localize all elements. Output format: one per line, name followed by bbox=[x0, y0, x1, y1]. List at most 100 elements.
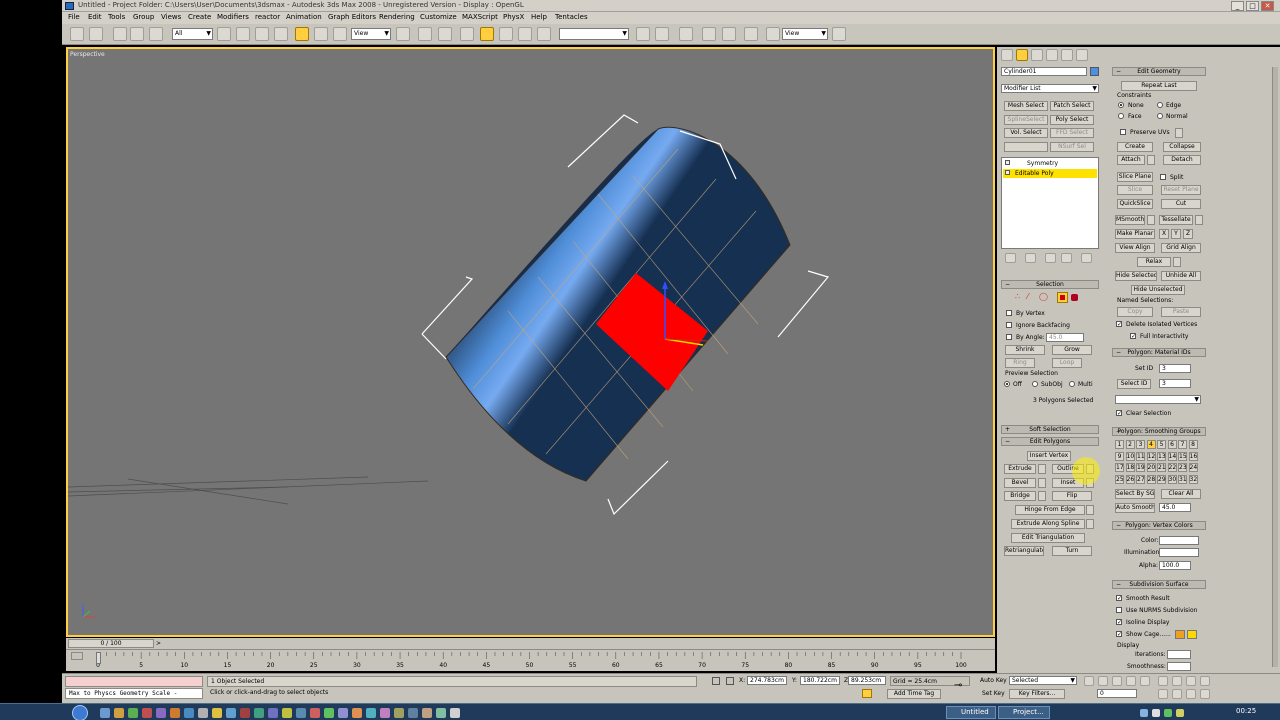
quicklaunch-icon-21[interactable] bbox=[380, 708, 390, 718]
maximize-viewport-icon[interactable] bbox=[1200, 689, 1210, 699]
paste-button[interactable]: Paste bbox=[1161, 307, 1201, 317]
select-id-spinner[interactable]: 3 bbox=[1159, 379, 1191, 388]
flip-button[interactable]: Flip bbox=[1052, 491, 1092, 501]
zoom-extents-icon[interactable] bbox=[1186, 676, 1196, 686]
absolute-mode-icon[interactable] bbox=[726, 677, 734, 685]
menu-graph-editors[interactable]: Graph Editors bbox=[328, 13, 376, 21]
lock-selection-icon[interactable] bbox=[712, 677, 720, 685]
go-to-start-icon[interactable] bbox=[1084, 676, 1094, 686]
quicklaunch-icon-22[interactable] bbox=[394, 708, 404, 718]
auto-key-label[interactable]: Auto Key bbox=[980, 677, 1007, 684]
snaps-toggle-icon[interactable] bbox=[460, 27, 474, 41]
relax-settings-button[interactable] bbox=[1173, 257, 1181, 267]
play-icon[interactable] bbox=[1112, 676, 1122, 686]
tray-icon-4[interactable] bbox=[1176, 709, 1184, 717]
bevel-settings-button[interactable] bbox=[1038, 478, 1046, 488]
tessellate-settings-button[interactable] bbox=[1195, 215, 1203, 225]
curve-editor-icon[interactable] bbox=[702, 27, 716, 41]
clear-all-button[interactable]: Clear All bbox=[1161, 489, 1201, 499]
smoothing-group-17-button[interactable]: 17 bbox=[1115, 463, 1124, 472]
maxscript-output[interactable]: Max to Physcs Geometry Scale - bbox=[65, 688, 203, 699]
smoothing-group-18-button[interactable]: 18 bbox=[1125, 463, 1135, 472]
planar-x-button[interactable]: X bbox=[1159, 229, 1169, 239]
percent-snap-icon[interactable] bbox=[499, 27, 513, 41]
schematic-view-icon[interactable] bbox=[722, 27, 736, 41]
selection-rollout-header[interactable]: − Selection bbox=[1001, 280, 1099, 289]
pin-stack-icon[interactable] bbox=[1005, 253, 1016, 263]
split-checkbox[interactable] bbox=[1160, 174, 1166, 180]
smoothing-group-19-button[interactable]: 19 bbox=[1136, 463, 1145, 472]
edit-polygons-rollout-header[interactable]: − Edit Polygons bbox=[1001, 437, 1099, 446]
angle-spinner[interactable]: 45.0 bbox=[1046, 333, 1084, 342]
msmooth-settings-button[interactable] bbox=[1147, 215, 1155, 225]
tray-icon-3[interactable] bbox=[1164, 709, 1172, 717]
menu-create[interactable]: Create bbox=[188, 13, 211, 21]
quicklaunch-icon-16[interactable] bbox=[310, 708, 320, 718]
reset-plane-button[interactable]: Reset Plane bbox=[1161, 185, 1201, 195]
quick-render-icon[interactable] bbox=[832, 27, 846, 41]
close-button[interactable]: ✕ bbox=[1261, 1, 1274, 11]
redo-icon[interactable] bbox=[89, 27, 103, 41]
menu-reactor[interactable]: reactor bbox=[255, 13, 280, 21]
ignore-backfacing-checkbox[interactable] bbox=[1006, 322, 1012, 328]
create-tab-icon[interactable] bbox=[1001, 49, 1013, 61]
iterations-spinner[interactable] bbox=[1167, 650, 1191, 659]
vertex-color-swatch[interactable] bbox=[1159, 536, 1199, 545]
quicklaunch-icon-23[interactable] bbox=[408, 708, 418, 718]
smoothing-group-28-button[interactable]: 28 bbox=[1146, 474, 1156, 484]
rectangular-selection-icon[interactable] bbox=[255, 27, 269, 41]
smoothing-group-1-button[interactable]: 1 bbox=[1115, 440, 1124, 449]
menu-customize[interactable]: Customize bbox=[420, 13, 457, 21]
preview-multi-radio[interactable] bbox=[1069, 381, 1075, 387]
edit-named-selection-icon[interactable] bbox=[537, 27, 551, 41]
smoothing-group-7-button[interactable]: 7 bbox=[1178, 440, 1187, 449]
grow-button[interactable]: Grow bbox=[1052, 345, 1092, 355]
smoothing-group-14-button[interactable]: 14 bbox=[1167, 451, 1177, 461]
quicklaunch-icon-5[interactable] bbox=[156, 708, 166, 718]
constraint-none-radio[interactable] bbox=[1118, 102, 1124, 108]
unhide-all-button[interactable]: Unhide All bbox=[1161, 271, 1201, 281]
full-interactivity-checkbox[interactable]: ✓ bbox=[1130, 333, 1136, 340]
cage-selected-color-swatch[interactable] bbox=[1187, 630, 1197, 639]
mirror-icon[interactable] bbox=[636, 27, 650, 41]
menu-group[interactable]: Group bbox=[133, 13, 154, 21]
align-icon[interactable] bbox=[655, 27, 669, 41]
perspective-viewport[interactable]: Perspective bbox=[66, 47, 995, 637]
select-by-name-icon[interactable] bbox=[236, 27, 250, 41]
planar-z-button[interactable]: Z bbox=[1183, 229, 1193, 239]
constraint-normal-radio[interactable] bbox=[1157, 113, 1163, 119]
selection-filter-dropdown[interactable]: All ▼ bbox=[172, 28, 213, 40]
by-angle-checkbox[interactable] bbox=[1006, 334, 1012, 340]
zoom-all-icon[interactable] bbox=[1172, 676, 1182, 686]
material-ids-rollout-header[interactable]: − Polygon: Material IDs bbox=[1112, 348, 1206, 357]
named-selection-sets-dropdown[interactable]: ▼ bbox=[559, 28, 629, 40]
reference-coordinate-dropdown[interactable]: View ▼ bbox=[351, 28, 391, 40]
menu-file[interactable]: File bbox=[68, 13, 80, 21]
auto-smooth-spinner[interactable]: 45.0 bbox=[1159, 503, 1191, 512]
edit-geometry-rollout-header[interactable]: − Edit Geometry bbox=[1112, 67, 1206, 76]
relax-button[interactable]: Relax bbox=[1137, 257, 1171, 267]
track-bar[interactable]: 0 5 10 15 20 25 30 35 40 45 50 55 60 65 70 75 80 85 90 95 10… bbox=[66, 649, 995, 671]
attach-list-button[interactable] bbox=[1147, 155, 1155, 165]
ring-button[interactable]: Ring bbox=[1005, 358, 1035, 368]
smoothing-group-10-button[interactable]: 10 bbox=[1125, 451, 1135, 461]
smoothing-group-20-button[interactable]: 20 bbox=[1146, 463, 1156, 472]
show-cage-checkbox[interactable]: ✓ bbox=[1116, 631, 1122, 638]
arc-rotate-icon[interactable] bbox=[1186, 689, 1196, 699]
delete-isolated-checkbox[interactable]: ✓ bbox=[1116, 321, 1122, 328]
preview-off-radio[interactable] bbox=[1004, 381, 1010, 387]
ffd-select-button[interactable]: FFD Select bbox=[1050, 128, 1094, 138]
object-name-field[interactable]: Cylinder01 bbox=[1001, 67, 1087, 76]
quicklaunch-icon-13[interactable] bbox=[268, 708, 278, 718]
maximize-button[interactable]: □ bbox=[1246, 1, 1259, 11]
smoothing-group-2-button[interactable]: 2 bbox=[1125, 440, 1135, 449]
quicklaunch-icon-10[interactable] bbox=[226, 708, 236, 718]
x-coordinate-field[interactable]: 274.783cm bbox=[747, 676, 787, 685]
menu-animation[interactable]: Animation bbox=[286, 13, 322, 21]
select-object-icon[interactable] bbox=[217, 27, 231, 41]
y-coordinate-field[interactable]: 180.722cm bbox=[800, 676, 840, 685]
planar-y-button[interactable]: Y bbox=[1171, 229, 1181, 239]
taskbar-item-untitled[interactable]: Untitled bbox=[946, 706, 996, 719]
smooth-result-checkbox[interactable]: ✓ bbox=[1116, 595, 1122, 602]
attach-button[interactable]: Attach bbox=[1117, 155, 1145, 165]
